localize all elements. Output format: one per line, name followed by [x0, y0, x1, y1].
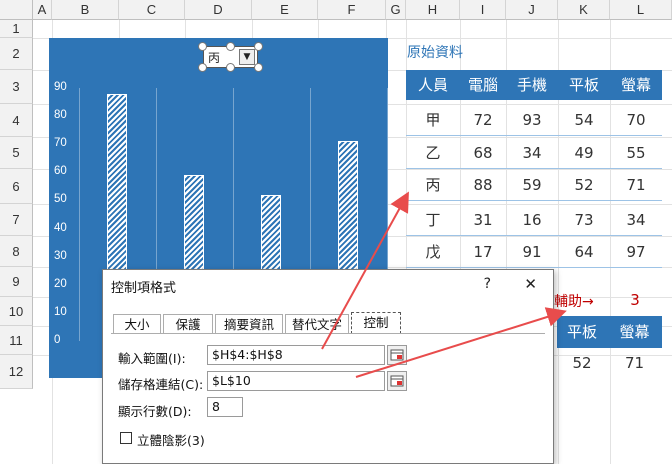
spreadsheet[interactable]: ABCDEFGHIJKL 1 2 3 4 5 6 7 8 9 10 11 12 原始資料 人員 電腦 手機… [0, 0, 672, 464]
arrow-range-to-list [321, 191, 409, 350]
arrow-link-to-helper [355, 307, 567, 378]
annotation-arrows [321, 191, 567, 378]
